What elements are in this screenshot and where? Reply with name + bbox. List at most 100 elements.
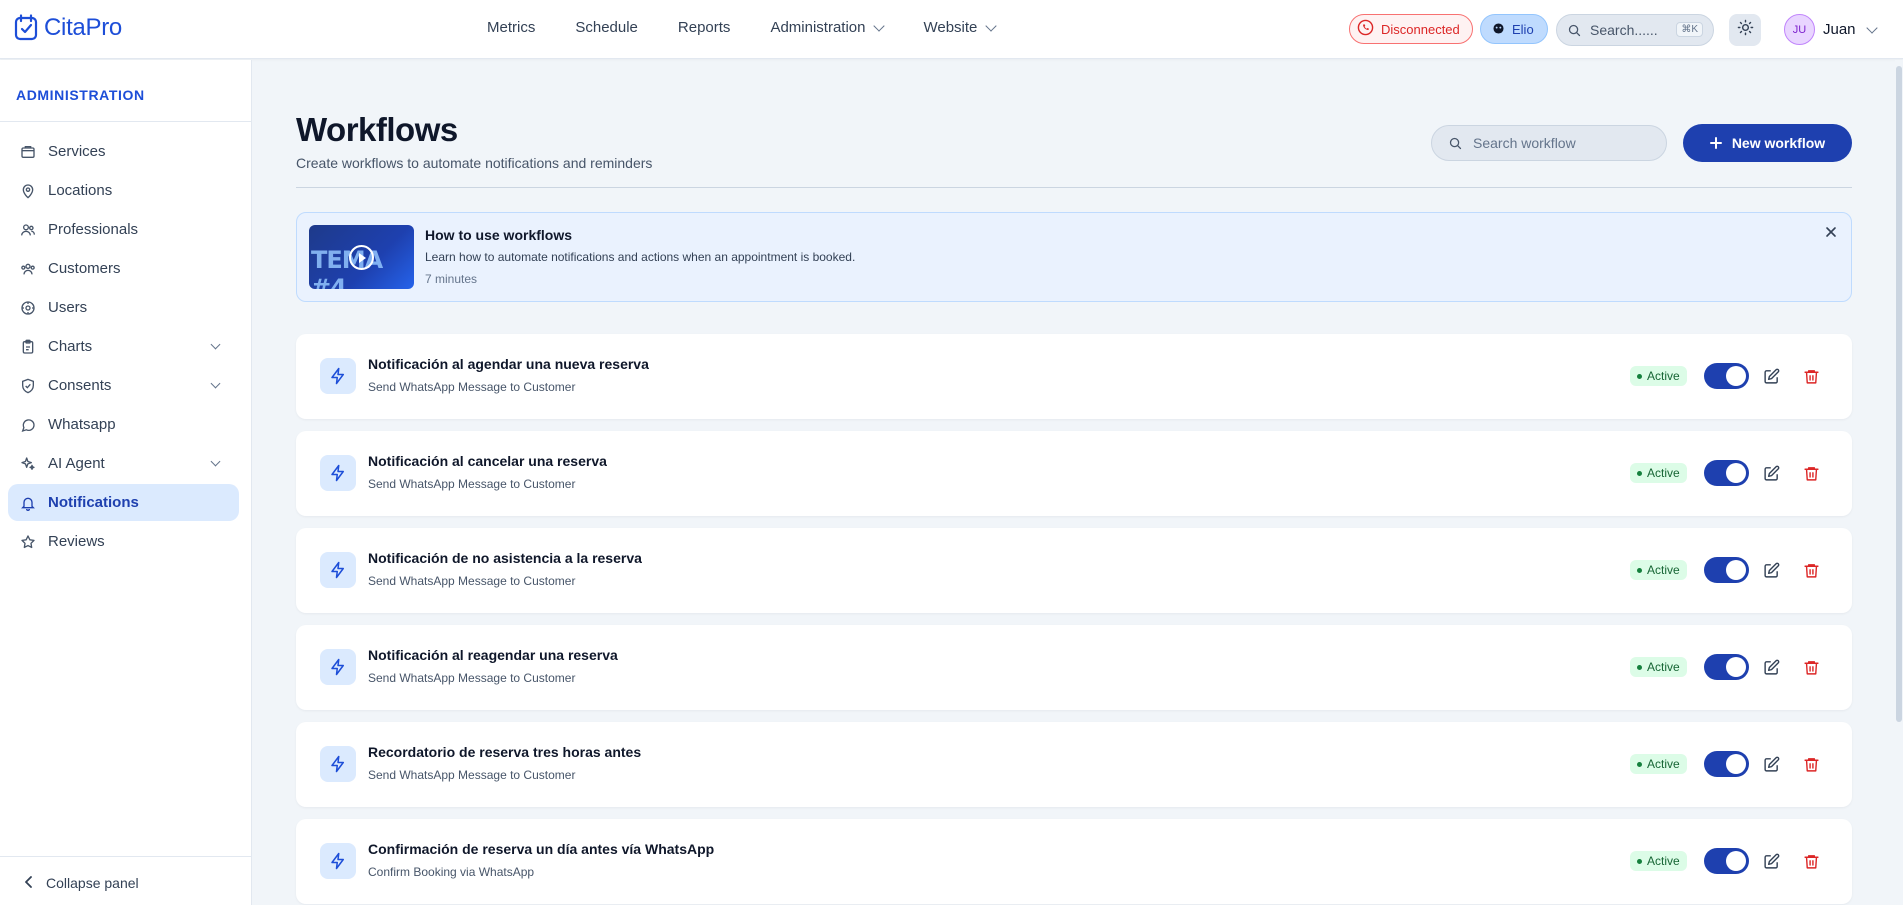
nav-administration[interactable]: Administration xyxy=(770,19,886,36)
edit-button[interactable] xyxy=(1759,752,1783,776)
collapse-label: Collapse panel xyxy=(46,875,139,891)
sidebar-item-notifications[interactable]: Notifications xyxy=(8,484,239,521)
chevron-down-icon xyxy=(1865,21,1878,34)
sidebar-item-users[interactable]: Users xyxy=(8,289,239,326)
sidebar-item-whatsapp[interactable]: Whatsapp xyxy=(8,406,239,443)
close-icon[interactable] xyxy=(1825,225,1839,239)
status-text: Active xyxy=(1647,660,1680,674)
sidebar-item-label: AI Agent xyxy=(48,455,105,472)
edit-icon xyxy=(1763,465,1780,482)
workflow-card[interactable]: Notificación de no asistencia a la reser… xyxy=(296,528,1852,613)
sidebar-item-reviews[interactable]: Reviews xyxy=(8,523,239,560)
workflow-action: Send WhatsApp Message to Customer xyxy=(368,380,576,394)
workflow-action: Confirm Booking via WhatsApp xyxy=(368,865,535,879)
delete-button[interactable] xyxy=(1799,752,1823,776)
edit-button[interactable] xyxy=(1759,849,1783,873)
play-icon xyxy=(349,245,374,270)
sidebar-item-locations[interactable]: Locations xyxy=(8,172,239,209)
main-nav: Metrics Schedule Reports Administration … xyxy=(487,19,998,36)
chevron-left-icon xyxy=(24,875,34,891)
shortcut-hint: ⌘K xyxy=(1676,22,1703,37)
edit-button[interactable] xyxy=(1759,558,1783,582)
status-dot xyxy=(1637,761,1642,767)
users-group-icon xyxy=(20,261,36,277)
shield-check-icon xyxy=(20,378,36,394)
sidebar-item-label: Charts xyxy=(48,338,93,355)
workflow-toggle[interactable] xyxy=(1704,460,1749,486)
status-text: Active xyxy=(1647,369,1680,383)
workflow-card[interactable]: Recordatorio de reserva tres horas antes… xyxy=(296,722,1852,807)
chevron-down-icon xyxy=(210,339,221,350)
workflow-card[interactable]: Notificación al reagendar una reserva Se… xyxy=(296,625,1852,710)
workflow-card[interactable]: Notificación al agendar una nueva reserv… xyxy=(296,334,1852,419)
nav-label: Website xyxy=(923,19,978,36)
workflow-card[interactable]: Notificación al cancelar una reserva Sen… xyxy=(296,431,1852,516)
edit-button[interactable] xyxy=(1759,655,1783,679)
whatsapp-status-badge[interactable]: Disconnected xyxy=(1349,14,1473,44)
page-title: Workflows xyxy=(296,111,458,148)
map-pin-icon xyxy=(20,183,36,199)
global-search-input[interactable]: Search...... ⌘K xyxy=(1556,14,1714,46)
delete-button[interactable] xyxy=(1799,364,1823,388)
scrollbar[interactable] xyxy=(1895,60,1903,905)
edit-button[interactable] xyxy=(1759,461,1783,485)
nav-reports[interactable]: Reports xyxy=(678,19,731,36)
lightning-icon xyxy=(320,455,356,491)
sidebar-item-consents[interactable]: Consents xyxy=(8,367,239,404)
sidebar-item-customers[interactable]: Customers xyxy=(8,250,239,287)
clipboard-icon xyxy=(20,339,36,355)
chevron-down-icon xyxy=(873,19,886,32)
collapse-panel-button[interactable]: Collapse panel xyxy=(24,875,139,891)
avatar: JU xyxy=(1784,14,1815,45)
new-workflow-button[interactable]: New workflow xyxy=(1683,124,1852,162)
user-name: Juan xyxy=(1823,21,1856,38)
workflow-toggle[interactable] xyxy=(1704,751,1749,777)
banner-description: Learn how to automate notifications and … xyxy=(425,250,856,264)
nav-website[interactable]: Website xyxy=(923,19,998,36)
edit-button[interactable] xyxy=(1759,364,1783,388)
whatsapp-status-text: Disconnected xyxy=(1381,21,1460,37)
user-menu[interactable]: JU Juan xyxy=(1784,14,1878,45)
delete-button[interactable] xyxy=(1799,849,1823,873)
logo[interactable]: CitaPro xyxy=(14,14,122,42)
workflow-name: Notificación al cancelar una reserva xyxy=(368,453,607,469)
workflow-toggle[interactable] xyxy=(1704,848,1749,874)
assistant-button[interactable]: Elio xyxy=(1480,14,1548,44)
workflow-search-input[interactable]: Search workflow xyxy=(1431,125,1667,161)
nav-metrics[interactable]: Metrics xyxy=(487,19,535,36)
nav-schedule[interactable]: Schedule xyxy=(575,19,638,36)
sidebar-item-label: Reviews xyxy=(48,533,105,550)
delete-button[interactable] xyxy=(1799,461,1823,485)
status-dot xyxy=(1637,470,1642,476)
sidebar-item-ai-agent[interactable]: AI Agent xyxy=(8,445,239,482)
delete-button[interactable] xyxy=(1799,558,1823,582)
edit-icon xyxy=(1763,659,1780,676)
trash-icon xyxy=(1803,465,1820,482)
sidebar-item-professionals[interactable]: Professionals xyxy=(8,211,239,248)
scroll-thumb[interactable] xyxy=(1896,66,1902,722)
sidebar-item-charts[interactable]: Charts xyxy=(8,328,239,365)
workflow-action: Send WhatsApp Message to Customer xyxy=(368,574,576,588)
workflow-card[interactable]: Confirmación de reserva un día antes vía… xyxy=(296,819,1852,904)
toggle-knob xyxy=(1726,754,1746,774)
workflow-toggle[interactable] xyxy=(1704,557,1749,583)
status-dot xyxy=(1637,858,1642,864)
trash-icon xyxy=(1803,368,1820,385)
workflow-action: Send WhatsApp Message to Customer xyxy=(368,768,576,782)
star-icon xyxy=(20,534,36,550)
theme-toggle-button[interactable] xyxy=(1729,14,1761,46)
search-placeholder: Search...... xyxy=(1590,22,1658,38)
workflow-toggle[interactable] xyxy=(1704,363,1749,389)
edit-icon xyxy=(1763,756,1780,773)
edit-icon xyxy=(1763,853,1780,870)
workflow-list: Notificación al agendar una nueva reserv… xyxy=(296,334,1852,905)
divider xyxy=(0,856,251,857)
workflow-toggle[interactable] xyxy=(1704,654,1749,680)
user-cog-icon xyxy=(20,300,36,316)
trash-icon xyxy=(1803,853,1820,870)
sidebar-item-services[interactable]: Services xyxy=(8,133,239,170)
divider xyxy=(296,187,1852,188)
delete-button[interactable] xyxy=(1799,655,1823,679)
bot-icon xyxy=(1493,22,1504,37)
video-thumbnail[interactable]: TEMA #4 xyxy=(309,225,414,289)
